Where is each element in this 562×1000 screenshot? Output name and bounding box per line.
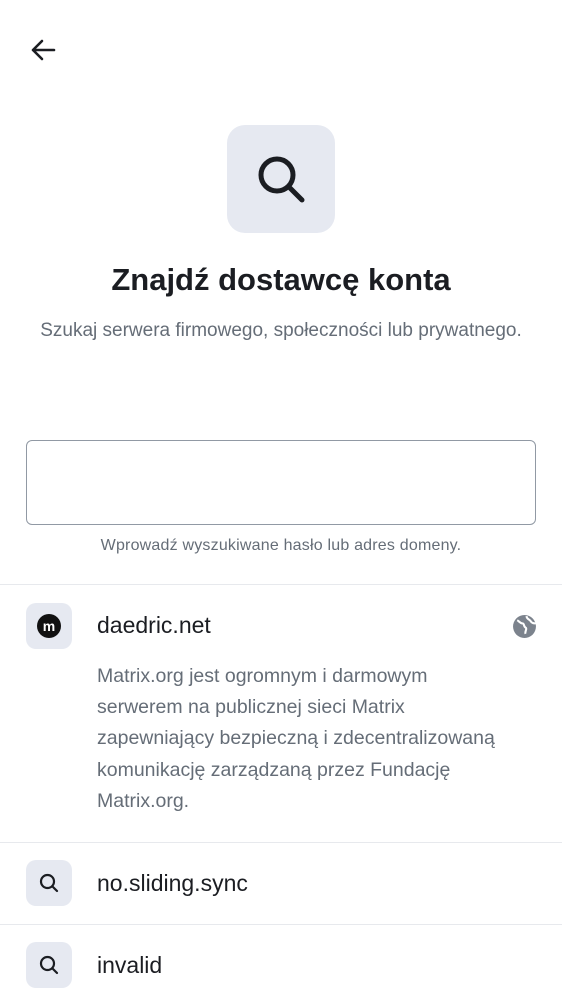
result-title: no.sliding.sync (97, 870, 248, 896)
matrix-logo-icon: m (37, 614, 61, 638)
back-button[interactable] (28, 35, 58, 65)
page-title: Znajdź dostawcę konta (111, 262, 451, 297)
logo-letter: m (42, 618, 56, 634)
search-icon (39, 873, 59, 893)
search-icon (39, 955, 59, 975)
search-input[interactable] (26, 440, 536, 525)
result-icon-box (26, 942, 72, 988)
result-icon-box (26, 860, 72, 906)
globe-icon (513, 615, 536, 638)
page-subtitle: Szukaj serwera firmowego, społeczności l… (40, 320, 522, 341)
result-item-no-sliding-sync[interactable]: no.sliding.sync (0, 843, 562, 924)
result-icon-box: m (26, 603, 72, 649)
search-helper-text: Wprowadź wyszukiwane hasło lub adres dom… (100, 537, 462, 554)
arrow-left-icon (31, 39, 56, 61)
result-title: invalid (97, 952, 163, 978)
result-title: daedric.net (97, 612, 211, 638)
result-description: Matrix.org jest ogromnym i darmowym serw… (97, 665, 495, 812)
hero-icon-box (227, 125, 335, 233)
search-icon (258, 156, 305, 203)
result-item-invalid[interactable]: invalid (0, 925, 562, 1000)
